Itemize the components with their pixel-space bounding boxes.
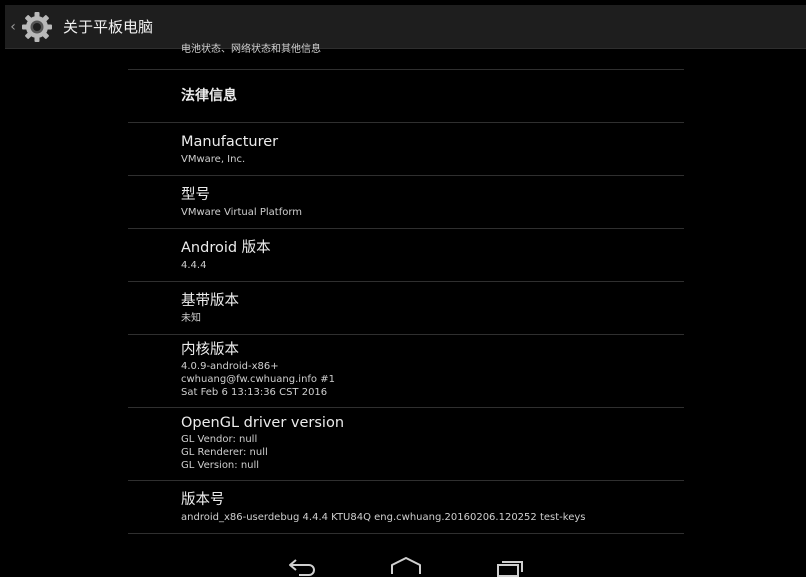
manufacturer-title: Manufacturer xyxy=(181,134,279,150)
list-item-manufacturer[interactable]: Manufacturer VMware, Inc. xyxy=(128,123,684,176)
baseband-title: 基带版本 xyxy=(181,293,239,309)
action-bar: ‹ 关于平板电脑 xyxy=(5,5,806,49)
android-version-value: 4.4.4 xyxy=(181,260,207,271)
navigation-bar xyxy=(0,550,806,577)
opengl-vendor: GL Vendor: null xyxy=(181,434,258,445)
model-title: 型号 xyxy=(181,187,210,203)
baseband-value: 未知 xyxy=(181,313,201,324)
list-item-legal[interactable]: 法律信息 xyxy=(128,70,684,123)
kernel-line-3: Sat Feb 6 13:13:36 CST 2016 xyxy=(181,387,328,398)
list-item-android-version[interactable]: Android 版本 4.4.4 xyxy=(128,229,684,282)
opengl-version: GL Version: null xyxy=(181,460,260,471)
build-number-title: 版本号 xyxy=(181,492,225,508)
list-item-kernel[interactable]: 内核版本 4.0.9-android-x86+ cwhuang@fw.cwhua… xyxy=(128,335,684,408)
list-item-status[interactable]: 电池状态、网络状态和其他信息 xyxy=(128,45,684,70)
android-version-title: Android 版本 xyxy=(181,240,271,256)
status-summary: 电池状态、网络状态和其他信息 xyxy=(181,44,321,55)
settings-list: 电池状态、网络状态和其他信息 法律信息 Manufacturer VMware,… xyxy=(128,45,684,534)
settings-gear-icon[interactable] xyxy=(19,9,55,45)
up-caret-icon[interactable]: ‹ xyxy=(7,5,19,49)
list-item-model[interactable]: 型号 VMware Virtual Platform xyxy=(128,176,684,229)
recents-icon[interactable] xyxy=(495,556,525,577)
model-value: VMware Virtual Platform xyxy=(181,207,303,218)
list-item-baseband[interactable]: 基带版本 未知 xyxy=(128,282,684,335)
opengl-title: OpenGL driver version xyxy=(181,415,345,431)
page-title: 关于平板电脑 xyxy=(63,18,154,36)
legal-title: 法律信息 xyxy=(181,88,237,104)
kernel-line-2: cwhuang@fw.cwhuang.info #1 xyxy=(181,374,335,385)
back-icon[interactable] xyxy=(287,556,317,577)
opengl-renderer: GL Renderer: null xyxy=(181,447,268,458)
kernel-line-1: 4.0.9-android-x86+ xyxy=(181,361,279,372)
home-icon[interactable] xyxy=(389,556,423,577)
build-number-value: android_x86-userdebug 4.4.4 KTU84Q eng.c… xyxy=(181,512,586,523)
manufacturer-value: VMware, Inc. xyxy=(181,154,246,165)
list-item-opengl[interactable]: OpenGL driver version GL Vendor: null GL… xyxy=(128,408,684,481)
list-item-build-number[interactable]: 版本号 android_x86-userdebug 4.4.4 KTU84Q e… xyxy=(128,481,684,534)
kernel-title: 内核版本 xyxy=(181,342,239,358)
